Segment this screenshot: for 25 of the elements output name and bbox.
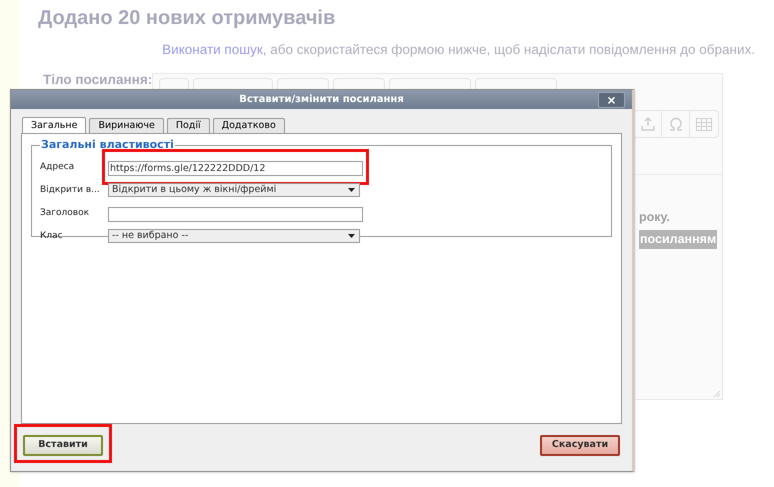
tab[interactable]: Додатково — [212, 118, 285, 133]
resize-grip-icon[interactable] — [713, 390, 721, 398]
editor-text: посиланням — [639, 230, 718, 248]
tab[interactable]: Події — [166, 118, 210, 133]
close-button[interactable]: × — [598, 92, 625, 108]
caret-icon — [347, 233, 356, 240]
field-label: Заголовок — [40, 206, 90, 220]
dropdown[interactable]: -- не вибрано -- — [108, 229, 360, 244]
input-field[interactable]: https://forms.gle/122222DDD/12 — [108, 161, 363, 176]
tab[interactable]: Виринаюче — [89, 118, 164, 133]
tab[interactable]: Загальне — [22, 116, 86, 134]
caret-icon — [347, 187, 356, 194]
field-label: Клас — [40, 230, 64, 243]
page-heading: Додано 20 нових отримувачів — [38, 6, 336, 31]
input-field[interactable] — [108, 207, 363, 222]
field-label: Тіло посилання: — [43, 71, 152, 89]
dialog-title: Вставити/змінити посилання — [239, 92, 404, 107]
intro-text: Виконати пошук, або скористайтеся формою нижче, щоб надіслати повідомлення до обраних. — [162, 41, 755, 59]
editor-text: року. — [639, 209, 670, 226]
insert-button[interactable]: Вставити — [23, 435, 103, 456]
field-label: Адреса — [40, 160, 76, 174]
dropdown[interactable]: Відкрити в цьому ж вікні/фреймі — [108, 183, 360, 198]
field-label: Відкрити в... — [40, 184, 101, 197]
group-legend: Загальні властивості — [40, 136, 175, 154]
cancel-button[interactable]: Скасувати — [540, 435, 620, 456]
